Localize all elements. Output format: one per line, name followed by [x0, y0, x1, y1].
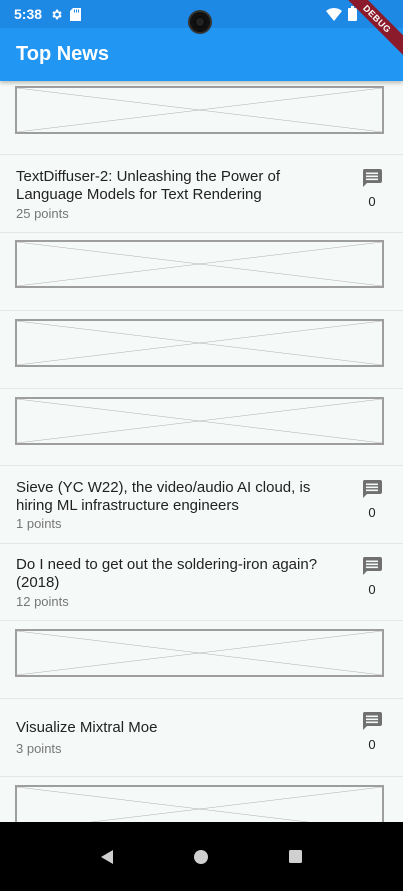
image-placeholder-icon: [15, 629, 384, 677]
home-circle-icon[interactable]: [186, 842, 216, 872]
story-points: 3 points: [16, 741, 62, 756]
page-title: Top News: [16, 43, 109, 65]
story-title[interactable]: TextDiffuser-2: Unleashing the Power of …: [16, 168, 336, 204]
story-title[interactable]: Do I need to get out the soldering-iron …: [16, 556, 336, 592]
status-time: 5:38: [14, 6, 43, 22]
list-item[interactable]: [0, 311, 403, 389]
app-bar: Top News: [0, 28, 403, 81]
story-title[interactable]: Sieve (YC W22), the video/audio AI cloud…: [16, 479, 336, 515]
image-placeholder-icon: [15, 785, 384, 822]
image-placeholder-icon: [15, 397, 384, 445]
back-triangle-icon[interactable]: [92, 842, 122, 872]
comment-icon: [362, 557, 382, 575]
wifi-icon: [326, 7, 342, 26]
comments-button[interactable]: 0: [360, 480, 384, 520]
sd-card-icon: [70, 7, 82, 21]
front-camera: [188, 10, 212, 34]
gear-icon: [50, 8, 63, 21]
comment-icon: [362, 169, 382, 187]
story-points: 12 points: [16, 594, 69, 609]
image-placeholder-icon: [15, 86, 384, 134]
image-placeholder-icon: [15, 240, 384, 288]
story-title[interactable]: Visualize Mixtral Moe: [16, 719, 336, 737]
system-nav-bar: [0, 822, 403, 891]
comment-icon: [362, 712, 382, 730]
status-indicators: [326, 6, 357, 26]
list-item[interactable]: [0, 233, 403, 311]
list-item[interactable]: [0, 621, 403, 699]
comment-count: 0: [368, 582, 376, 597]
story-points: 25 points: [16, 206, 69, 221]
recents-square-icon[interactable]: [281, 842, 311, 872]
list-item[interactable]: [0, 777, 403, 822]
list-item[interactable]: [0, 81, 403, 155]
list-item[interactable]: [0, 389, 403, 466]
story-item[interactable]: TextDiffuser-2: Unleashing the Power of …: [0, 155, 403, 233]
story-points: 1 points: [16, 516, 62, 531]
battery-icon: [348, 6, 357, 26]
story-item[interactable]: Visualize Mixtral Moe 3 points 0: [0, 699, 403, 777]
comments-button[interactable]: 0: [360, 712, 384, 752]
comment-icon: [362, 480, 382, 498]
news-list[interactable]: TextDiffuser-2: Unleashing the Power of …: [0, 81, 403, 822]
comments-button[interactable]: 0: [360, 169, 384, 209]
comments-button[interactable]: 0: [360, 557, 384, 597]
comment-count: 0: [368, 505, 376, 520]
comment-count: 0: [368, 737, 376, 752]
image-placeholder-icon: [15, 319, 384, 367]
story-item[interactable]: Sieve (YC W22), the video/audio AI cloud…: [0, 466, 403, 544]
comment-count: 0: [368, 194, 376, 209]
story-item[interactable]: Do I need to get out the soldering-iron …: [0, 544, 403, 621]
